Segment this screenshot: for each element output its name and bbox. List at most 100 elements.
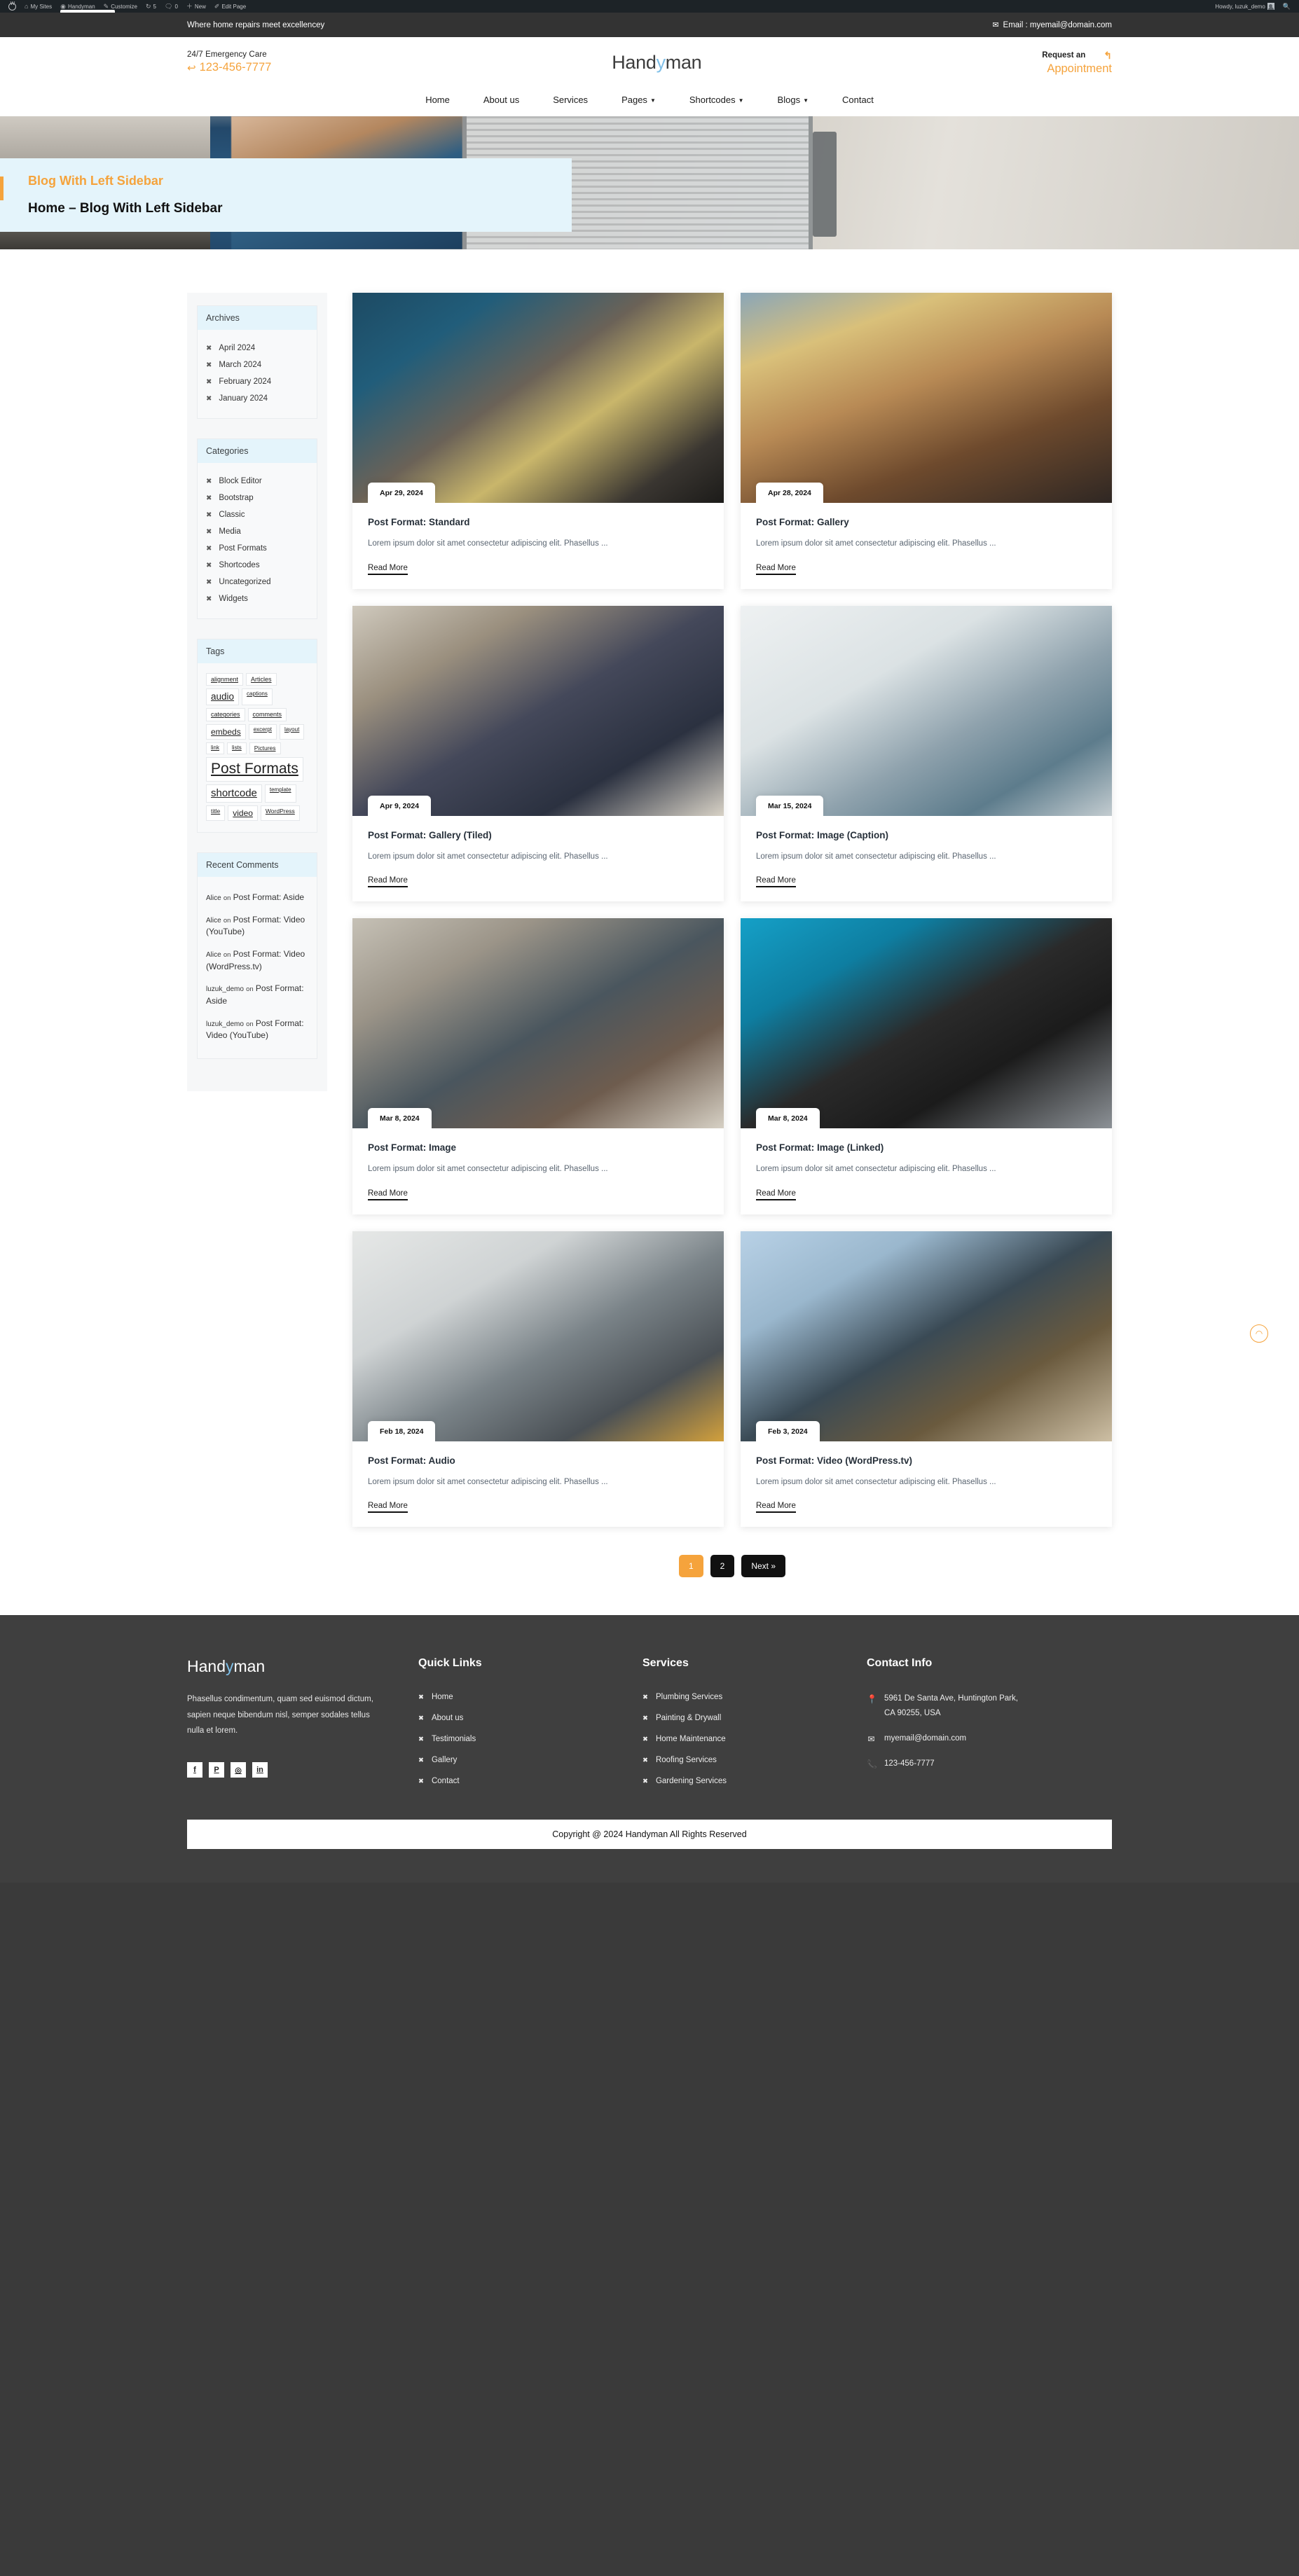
recent-comment-item[interactable]: luzuk_demo on Post Format: Video (YouTub… xyxy=(206,1013,308,1047)
post-card[interactable]: Feb 3, 2024 Post Format: Video (WordPress… xyxy=(741,1231,1112,1528)
archive-item[interactable]: ✖ January 2024 xyxy=(206,390,308,407)
primary-navigation[interactable]: Home About us Services Pages ▼ Shortcodes… xyxy=(0,88,1299,116)
topbar-email[interactable]: ✉ Email : myemail@domain.com xyxy=(992,20,1112,30)
footer-quick-link-item[interactable]: ✖ Contact xyxy=(418,1771,642,1792)
category-link[interactable]: Media xyxy=(219,527,240,536)
tag-link[interactable]: comments xyxy=(247,708,287,721)
recent-comment-item[interactable]: luzuk_demo on Post Format: Aside xyxy=(206,978,308,1012)
tag-link[interactable]: captions xyxy=(242,688,273,706)
pinterest-icon[interactable]: P xyxy=(209,1762,224,1778)
post-card[interactable]: Mar 8, 2024 Post Format: Image Lorem ipsum… xyxy=(352,918,724,1214)
post-card[interactable]: Apr 29, 2024 Post Format: Standard Lorem i… xyxy=(352,293,724,589)
tag-link[interactable]: Post Formats xyxy=(206,757,303,782)
post-thumbnail[interactable]: Feb 3, 2024 xyxy=(741,1231,1112,1441)
footer-quick-link-item[interactable]: ✖ Home xyxy=(418,1687,642,1708)
read-more-link[interactable]: Read More xyxy=(368,1189,408,1200)
recent-comments-list[interactable]: Alice on Post Format: Aside Alice on Post… xyxy=(206,887,308,1047)
read-more-link[interactable]: Read More xyxy=(368,1502,408,1514)
pagination[interactable]: 1 2 Next » xyxy=(352,1527,1112,1615)
category-link[interactable]: Block Editor xyxy=(219,477,261,485)
read-more-link[interactable]: Read More xyxy=(756,1189,796,1200)
footer-quick-link-item[interactable]: ✖ Testimonials xyxy=(418,1729,642,1750)
scroll-top-icon[interactable]: ◠ xyxy=(1250,1324,1268,1343)
categories-list[interactable]: ✖ Block Editor ✖ Bootstrap ✖ Classic ✖ Media ✖ Po… xyxy=(206,473,308,607)
read-more-link[interactable]: Read More xyxy=(368,876,408,888)
post-thumbnail[interactable]: Apr 9, 2024 xyxy=(352,605,724,816)
category-item[interactable]: ✖ Block Editor xyxy=(206,473,308,490)
nav-item-pages[interactable]: Pages ▼ xyxy=(605,95,673,105)
post-card[interactable]: Apr 9, 2024 Post Format: Gallery (Tiled) L… xyxy=(352,605,724,902)
tag-link[interactable]: Pictures xyxy=(249,742,281,755)
footer-service-item[interactable]: ✖ Gardening Services xyxy=(642,1771,867,1792)
admin-bar-my-account[interactable]: Howdy, luzuk_demo xyxy=(1211,0,1278,13)
category-item[interactable]: ✖ Widgets xyxy=(206,590,308,607)
archive-link[interactable]: April 2024 xyxy=(219,344,255,352)
category-link[interactable]: Uncategorized xyxy=(219,578,270,586)
post-title[interactable]: Post Format: Image (Caption) xyxy=(756,830,1097,840)
comment-post-title[interactable]: Post Format: Video (YouTube) xyxy=(206,915,305,937)
post-card[interactable]: Feb 18, 2024 Post Format: Audio Lorem ipsu… xyxy=(352,1231,724,1528)
footer-contact-list[interactable]: 📍 5961 De Santa Ave, Huntington Park, CA… xyxy=(867,1687,1112,1777)
post-card[interactable]: Apr 28, 2024 Post Format: Gallery Lorem ip… xyxy=(741,293,1112,589)
category-link[interactable]: Bootstrap xyxy=(219,494,253,502)
wp-logo-item[interactable] xyxy=(4,0,20,13)
post-thumbnail[interactable]: Apr 29, 2024 xyxy=(352,293,724,503)
nav-item-home[interactable]: Home xyxy=(408,95,467,105)
read-more-link[interactable]: Read More xyxy=(368,563,408,575)
category-link[interactable]: Shortcodes xyxy=(219,561,259,569)
post-card[interactable]: Mar 8, 2024 Post Format: Image (Linked) Lo… xyxy=(741,918,1112,1214)
footer-service-item[interactable]: ✖ Plumbing Services xyxy=(642,1687,867,1708)
category-link[interactable]: Classic xyxy=(219,511,245,519)
tag-link[interactable]: link xyxy=(206,742,225,755)
contact-phone-row[interactable]: 📞 123-456-7777 xyxy=(867,1752,1112,1777)
admin-bar-edit-page[interactable]: ✐ Edit Page xyxy=(210,0,250,13)
pagination-page-1[interactable]: 1 xyxy=(678,1555,703,1578)
contact-email-row[interactable]: ✉ myemail@domain.com xyxy=(867,1726,1112,1752)
archive-item[interactable]: ✖ February 2024 xyxy=(206,373,308,390)
tag-link[interactable]: alignment xyxy=(206,673,244,686)
archive-link[interactable]: February 2024 xyxy=(219,378,271,386)
nav-item-shortcodes[interactable]: Shortcodes ▼ xyxy=(673,95,761,105)
category-item[interactable]: ✖ Classic xyxy=(206,506,308,523)
post-title[interactable]: Post Format: Video (WordPress.tv) xyxy=(756,1455,1097,1466)
post-card[interactable]: Mar 15, 2024 Post Format: Image (Caption)… xyxy=(741,605,1112,902)
tag-cloud[interactable]: alignment Articles audio captions categories… xyxy=(206,673,308,821)
category-link[interactable]: Widgets xyxy=(219,595,248,603)
archive-link[interactable]: March 2024 xyxy=(219,361,261,369)
archive-link[interactable]: January 2024 xyxy=(219,394,268,403)
tag-link[interactable]: audio xyxy=(206,688,240,706)
facebook-icon[interactable]: f xyxy=(187,1762,202,1778)
post-thumbnail[interactable]: Mar 8, 2024 xyxy=(352,918,724,1129)
instagram-icon[interactable]: ◎ xyxy=(231,1762,246,1778)
category-item[interactable]: ✖ Shortcodes xyxy=(206,557,308,574)
tag-link[interactable]: excerpt xyxy=(248,723,277,740)
footer-quick-link-item[interactable]: ✖ Gallery xyxy=(418,1750,642,1771)
archive-item[interactable]: ✖ March 2024 xyxy=(206,356,308,373)
footer-service-item[interactable]: ✖ Home Maintenance xyxy=(642,1729,867,1750)
post-title[interactable]: Post Format: Image (Linked) xyxy=(756,1142,1097,1153)
nav-item-services[interactable]: Services xyxy=(536,95,605,105)
post-title[interactable]: Post Format: Gallery (Tiled) xyxy=(368,830,708,840)
post-thumbnail[interactable]: Mar 15, 2024 xyxy=(741,605,1112,816)
post-thumbnail[interactable]: Mar 8, 2024 xyxy=(741,918,1112,1129)
post-title[interactable]: Post Format: Standard xyxy=(368,517,708,527)
category-item[interactable]: ✖ Media xyxy=(206,523,308,540)
nav-item-about-us[interactable]: About us xyxy=(467,95,536,105)
footer-services-list[interactable]: ✖ Plumbing Services ✖ Painting & Drywall ✖ Ho… xyxy=(642,1687,867,1792)
admin-bar-new[interactable]: ＋ New xyxy=(182,0,210,13)
recent-comment-item[interactable]: Alice on Post Format: Aside xyxy=(206,887,308,909)
read-more-link[interactable]: Read More xyxy=(756,1502,796,1514)
tag-link[interactable]: layout xyxy=(279,723,305,740)
post-title[interactable]: Post Format: Audio xyxy=(368,1455,708,1466)
comment-post-title[interactable]: Post Format: Video (WordPress.tv) xyxy=(206,949,305,971)
tag-link[interactable]: WordPress xyxy=(260,805,300,821)
post-thumbnail[interactable]: Apr 28, 2024 xyxy=(741,293,1112,503)
nav-item-contact[interactable]: Contact xyxy=(825,95,891,105)
footer-service-item[interactable]: ✖ Painting & Drywall xyxy=(642,1708,867,1729)
admin-bar-search[interactable]: 🔍 xyxy=(1279,0,1295,13)
read-more-link[interactable]: Read More xyxy=(756,876,796,888)
tag-link[interactable]: Articles xyxy=(246,673,277,686)
footer-quick-links-list[interactable]: ✖ Home ✖ About us ✖ Testimonials ✖ Gallery ✖ Cont… xyxy=(418,1687,642,1792)
linkedin-icon[interactable]: in xyxy=(252,1762,268,1778)
header-phone[interactable]: ↪ 123-456-7777 xyxy=(187,61,271,74)
